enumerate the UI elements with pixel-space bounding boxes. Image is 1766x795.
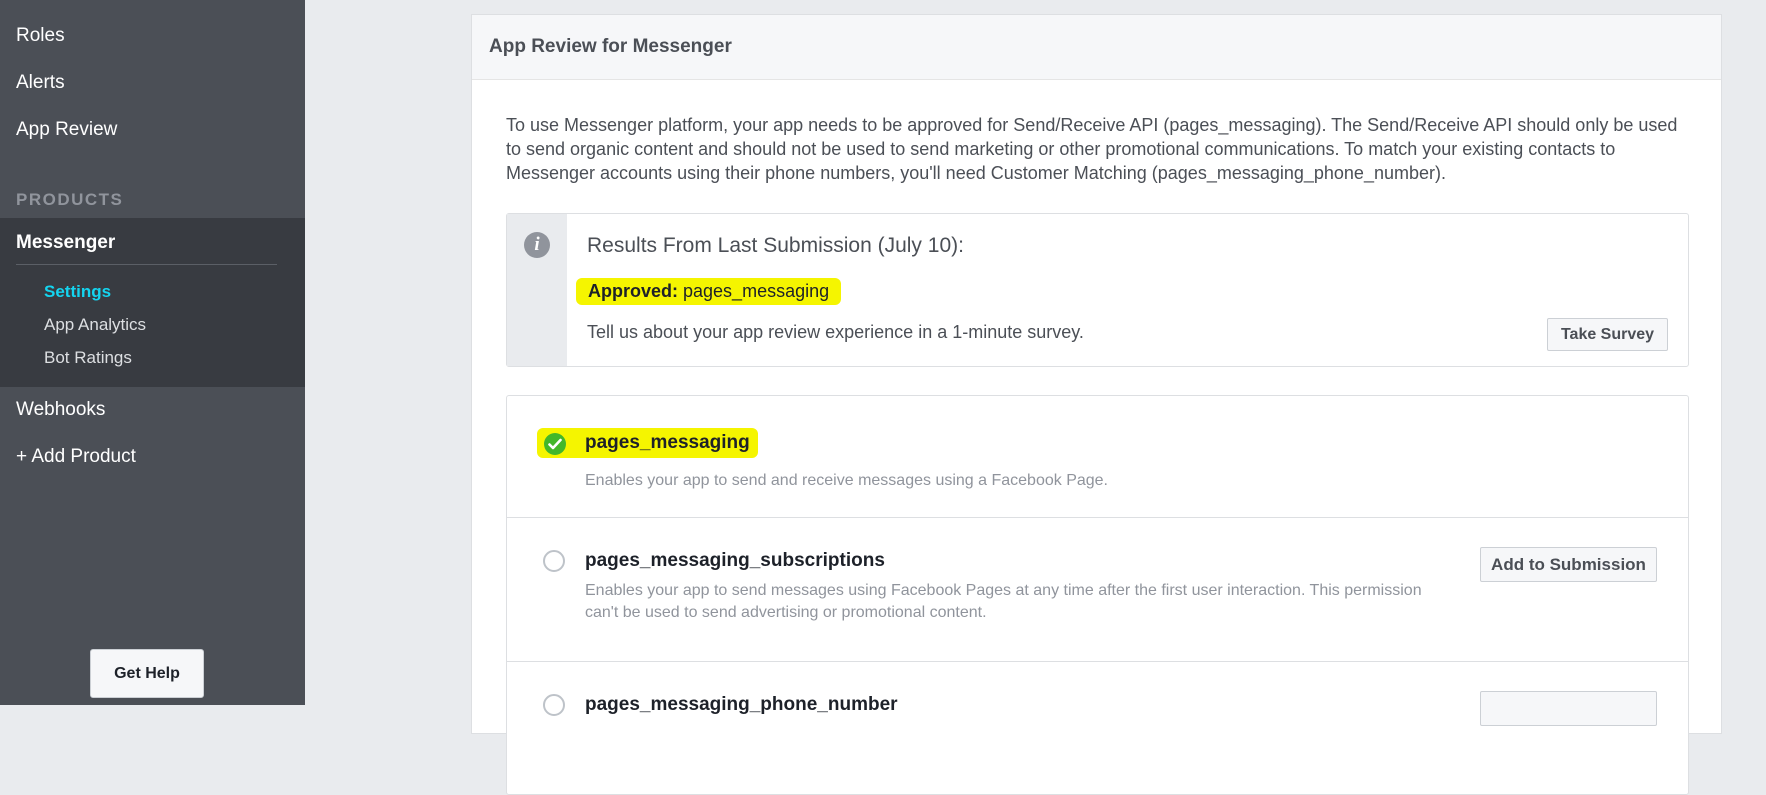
permission-row: pages_messaging Enables your app to send… xyxy=(507,396,1688,518)
app-review-panel: App Review for Messenger To use Messenge… xyxy=(471,14,1722,795)
add-to-submission-button[interactable]: Add to Submission xyxy=(1480,547,1657,582)
permission-name: pages_messaging xyxy=(537,428,758,458)
survey-text: Tell us about your app review experience… xyxy=(587,322,1084,342)
approved-line: Approved: pages_messaging xyxy=(576,278,842,305)
permission-description: Enables your app to send and receive mes… xyxy=(585,472,1108,489)
sidebar-item-add-product[interactable]: + Add Product xyxy=(16,446,136,468)
approved-value: pages_messaging xyxy=(683,281,830,301)
sidebar: Roles Alerts App Review PRODUCTS Messeng… xyxy=(0,0,305,705)
messenger-product-group: Messenger Settings App Analytics Bot Rat… xyxy=(0,218,305,387)
sidebar-item-alerts[interactable]: Alerts xyxy=(16,72,65,94)
products-section-header: PRODUCTS xyxy=(16,190,124,209)
permission-description: Enables your app to send messages using … xyxy=(585,582,1422,621)
check-circle-icon xyxy=(544,433,566,455)
permission-radio[interactable] xyxy=(543,550,565,572)
results-title: Results From Last Submission (July 10): xyxy=(587,234,964,257)
get-help-button[interactable]: Get Help xyxy=(90,649,204,698)
panel-title: App Review for Messenger xyxy=(472,15,1721,80)
sidebar-item-app-review[interactable]: App Review xyxy=(16,119,117,141)
add-to-submission-button[interactable] xyxy=(1480,691,1657,726)
take-survey-button[interactable]: Take Survey xyxy=(1547,318,1668,351)
permissions-list: pages_messaging Enables your app to send… xyxy=(506,395,1689,795)
permission-row: pages_messaging_phone_number xyxy=(507,662,1688,782)
sidebar-item-webhooks[interactable]: Webhooks xyxy=(16,399,105,421)
sidebar-item-roles[interactable]: Roles xyxy=(16,25,65,47)
permission-name: pages_messaging_subscriptions xyxy=(585,550,885,571)
permission-row: pages_messaging_subscriptions Enables yo… xyxy=(507,518,1688,662)
permission-name: pages_messaging_phone_number xyxy=(585,694,898,715)
info-icon: i xyxy=(524,232,550,258)
sidebar-subitem-settings[interactable]: Settings xyxy=(44,282,111,302)
approved-label: Approved: xyxy=(588,281,678,301)
checkmark-icon xyxy=(548,438,562,450)
sidebar-subitem-app-analytics[interactable]: App Analytics xyxy=(44,315,146,335)
sidebar-item-messenger[interactable]: Messenger xyxy=(16,232,115,254)
sidebar-subitem-bot-ratings[interactable]: Bot Ratings xyxy=(44,348,132,368)
messenger-divider xyxy=(16,264,277,265)
results-box: i Results From Last Submission (July 10)… xyxy=(506,213,1689,367)
permission-radio[interactable] xyxy=(543,694,565,716)
results-gutter: i xyxy=(507,214,567,366)
intro-text: To use Messenger platform, your app need… xyxy=(506,115,1678,183)
